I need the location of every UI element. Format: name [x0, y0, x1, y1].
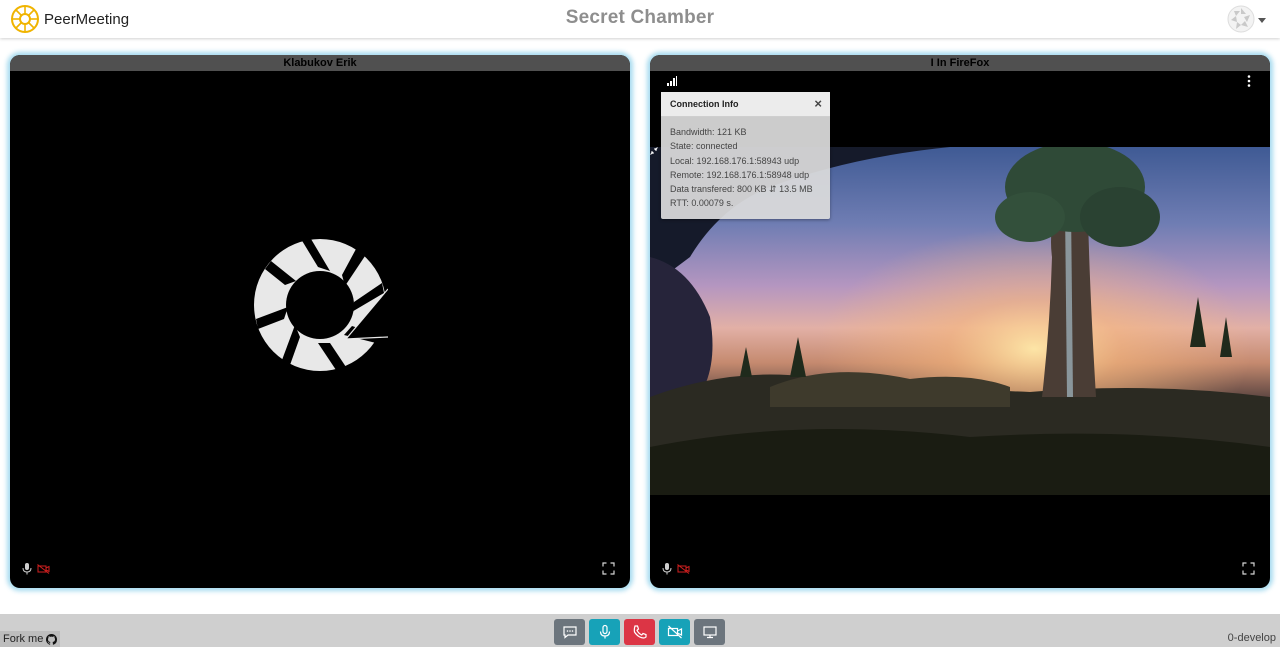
data-transferred-value: Data transfered: 800 KB ⇵ 13.5 MB — [670, 184, 813, 195]
version-label: 0-develop — [1227, 632, 1276, 644]
microphone-icon — [599, 624, 610, 639]
bottom-toolbar: Fork me 0-develop — [0, 614, 1280, 647]
local-address-value: Local: 192.168.176.1:58943 udp — [670, 155, 800, 166]
connection-info-header: Connection Info × — [661, 92, 830, 117]
microphone-icon — [662, 563, 672, 575]
chat-button[interactable] — [554, 619, 585, 645]
camera-off-icon — [37, 564, 50, 574]
rtt-value: RTT: 0.00079 s. — [670, 198, 734, 209]
phone-icon — [633, 625, 647, 639]
participant-panel-left: Klabukov Erik — [10, 55, 630, 588]
participant-name: I In FireFox — [650, 55, 1270, 71]
user-menu[interactable] — [1227, 5, 1266, 33]
camera-off-icon — [677, 564, 690, 574]
call-controls — [554, 619, 725, 645]
fork-me-link[interactable]: Fork me — [0, 631, 61, 647]
github-icon — [46, 633, 58, 645]
microphone-button[interactable] — [589, 619, 620, 645]
fork-me-label: Fork me — [3, 633, 44, 645]
chevron-down-icon — [1258, 17, 1266, 23]
connection-info-title: Connection Info — [670, 99, 739, 109]
more-vertical-icon[interactable] — [1247, 75, 1251, 87]
participant-name: Klabukov Erik — [10, 55, 630, 71]
camera-button[interactable] — [659, 619, 690, 645]
user-avatar-icon — [1227, 5, 1255, 33]
remote-address-value: Remote: 192.168.176.1:58948 udp — [670, 169, 810, 180]
aperture-icon — [254, 239, 388, 371]
app-header: PeerMeeting Secret Chamber — [0, 0, 1280, 38]
fullscreen-icon[interactable] — [1242, 562, 1255, 575]
chat-icon — [562, 626, 577, 639]
signal-strength-icon[interactable] — [667, 76, 677, 86]
participant-status — [22, 563, 50, 575]
screen-share-button[interactable] — [694, 619, 725, 645]
video-stage: Klabukov Erik I In FireFox — [0, 38, 1280, 614]
camera-off-icon — [667, 625, 682, 639]
microphone-icon — [22, 563, 32, 575]
bandwidth-value: Bandwidth: 121 KB — [670, 127, 747, 137]
state-value: State: connected — [670, 141, 738, 152]
hangup-button[interactable] — [624, 619, 655, 645]
monitor-icon — [702, 626, 717, 639]
room-title: Secret Chamber — [565, 7, 715, 28]
close-icon[interactable]: × — [814, 96, 822, 111]
connection-info-body: Bandwidth: 121 KB State: connected Local… — [661, 117, 830, 211]
shrink-icon[interactable] — [650, 147, 658, 155]
participant-status — [662, 563, 690, 575]
fullscreen-icon[interactable] — [602, 562, 615, 575]
connection-info-popover: Connection Info × Bandwidth: 121 KB Stat… — [661, 92, 830, 219]
